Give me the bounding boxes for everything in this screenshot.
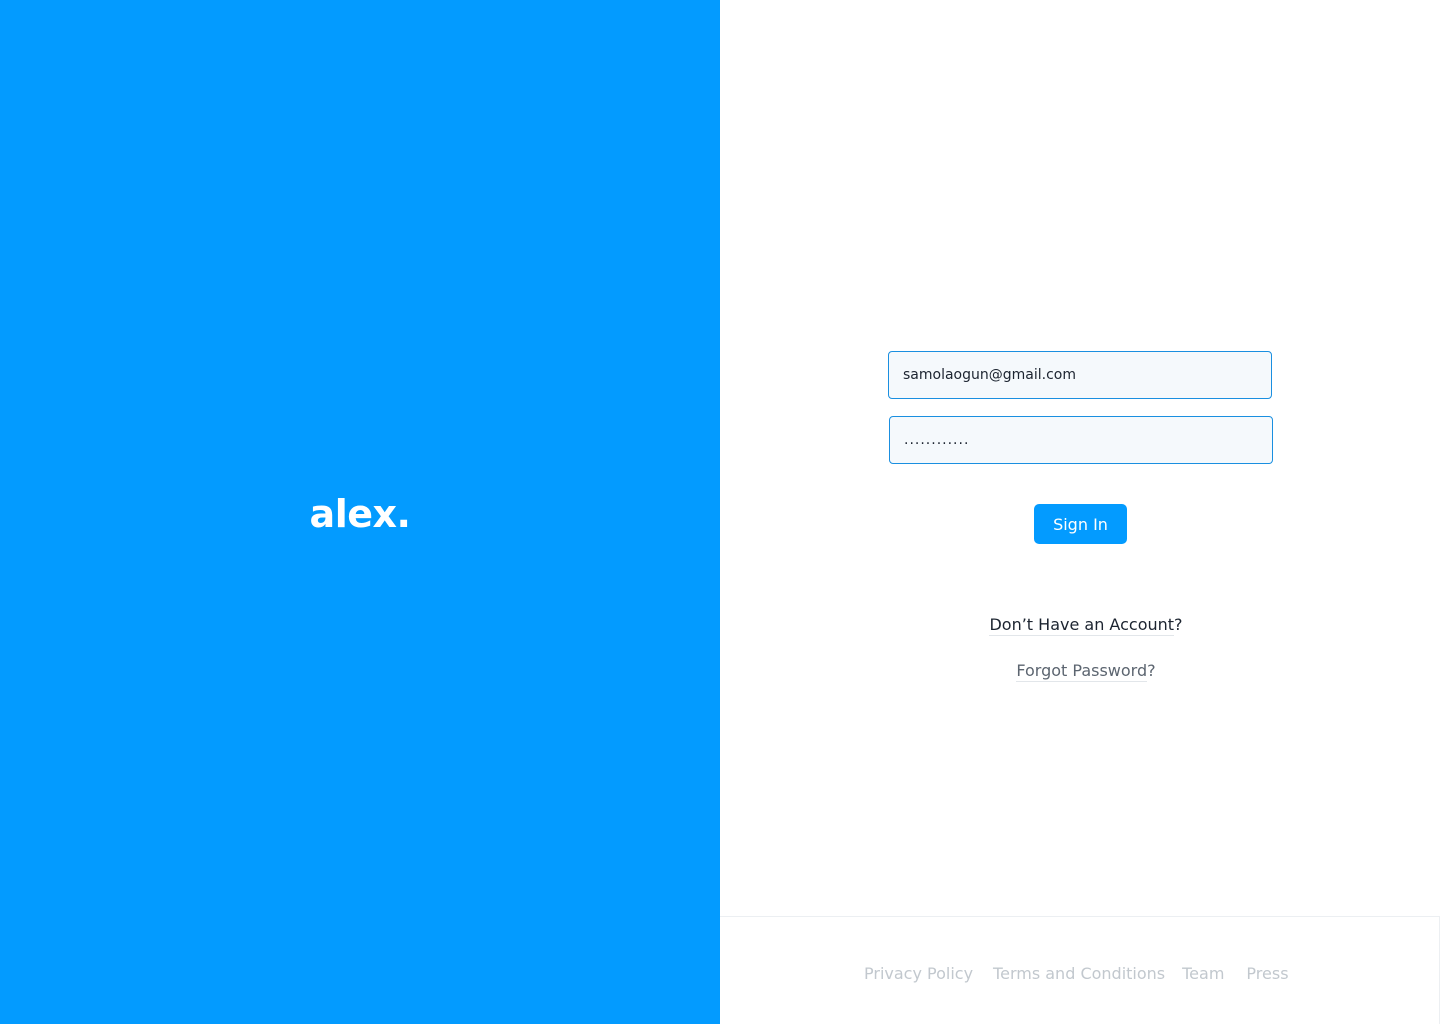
login-page: alex. Sign In Don’t Have an Account? For… — [0, 0, 1440, 1024]
brand-panel: alex. — [0, 0, 720, 1024]
forgot-password-link[interactable]: Forgot Password — [1016, 661, 1148, 682]
auth-panel: Sign In Don’t Have an Account? Forgot Pa… — [720, 0, 1440, 1024]
password-input[interactable] — [889, 416, 1273, 464]
footer: Privacy Policy Terms and Conditions Team… — [720, 916, 1440, 1024]
forgot-link-suffix: ? — [1147, 661, 1156, 680]
footer-link-press[interactable]: Press — [1246, 964, 1288, 983]
signup-link[interactable]: Don’t Have an Account — [989, 615, 1175, 636]
signup-link-row: Don’t Have an Account? — [720, 615, 1440, 636]
email-input[interactable] — [888, 351, 1272, 399]
footer-link-privacy-policy[interactable]: Privacy Policy — [864, 964, 973, 983]
footer-link-team[interactable]: Team — [1182, 964, 1224, 983]
forgot-link-row: Forgot Password? — [720, 661, 1440, 682]
sign-in-button[interactable]: Sign In — [1034, 504, 1127, 544]
footer-link-terms[interactable]: Terms and Conditions — [993, 964, 1165, 983]
signup-link-suffix: ? — [1174, 615, 1183, 634]
brand-logo: alex. — [309, 491, 411, 536]
